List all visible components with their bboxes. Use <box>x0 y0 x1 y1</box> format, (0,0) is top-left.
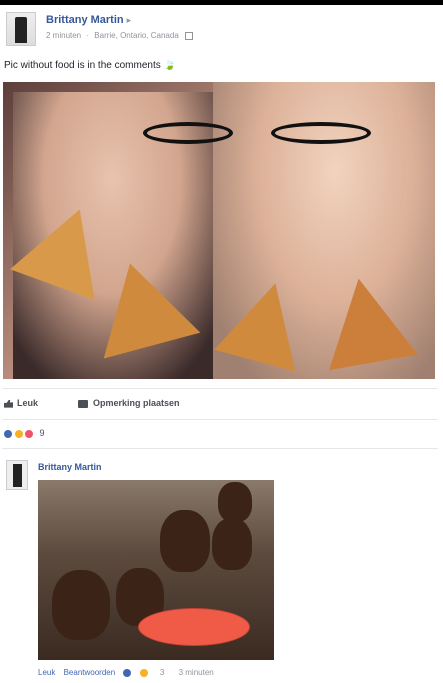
post-meta: 2 minuten · Barrie, Ontario, Canada <box>46 31 194 40</box>
post-header: Brittany Martin ▸ 2 minuten · Barrie, Ont… <box>6 12 436 52</box>
divider <box>2 448 438 449</box>
like-reaction-icon <box>123 668 132 677</box>
reactions-summary[interactable]: 9 <box>3 428 45 439</box>
comment-avatar[interactable] <box>6 460 28 490</box>
like-label: Leuk <box>17 398 39 408</box>
leaf-emoji-icon: 🍃 <box>163 60 177 71</box>
glasses-left <box>143 122 233 144</box>
comment-photo[interactable] <box>38 480 274 660</box>
comment-time[interactable]: 3 minuten <box>179 668 214 677</box>
like-reaction-icon <box>3 428 13 439</box>
comment-button[interactable]: Opmerking plaatsen <box>78 398 180 408</box>
child-figure <box>218 482 252 522</box>
comment-actions: Leuk Beantwoorden 3 3 minuten <box>38 668 220 677</box>
meta-separator: · <box>86 31 90 40</box>
post-author[interactable]: Brittany Martin ▸ <box>46 14 131 26</box>
child-figure <box>52 570 110 640</box>
post-location[interactable]: Barrie, Ontario, Canada <box>94 31 179 40</box>
comment-icon <box>78 399 88 408</box>
love-reaction-icon <box>24 428 35 439</box>
divider <box>2 419 438 420</box>
post-author-name[interactable]: Brittany Martin <box>46 14 124 26</box>
empty-plate <box>138 608 250 646</box>
divider <box>2 388 438 389</box>
comment-label: Opmerking plaatsen <box>93 398 180 408</box>
glasses-right <box>271 122 371 144</box>
comment: Brittany Martin Leuk Beantwoorden 3 3 mi… <box>6 458 436 678</box>
comment-reactions[interactable]: 3 <box>123 668 172 677</box>
comment-like-button[interactable]: Leuk <box>38 668 55 677</box>
post-text-content: Pic without food is in the comments <box>4 60 161 71</box>
post-text: Pic without food is in the comments 🍃 <box>4 60 176 71</box>
caret-icon: ▸ <box>126 15 132 25</box>
comment-reply-button[interactable]: Beantwoorden <box>64 668 116 677</box>
post-photo[interactable] <box>3 82 435 379</box>
love-reaction-icon <box>139 668 148 677</box>
post-time[interactable]: 2 minuten <box>46 31 81 40</box>
thumbs-up-icon <box>4 399 13 408</box>
globe-icon <box>185 31 194 40</box>
top-bar <box>0 0 443 5</box>
child-figure <box>160 510 210 572</box>
avatar[interactable] <box>6 12 36 46</box>
pizza-slice <box>314 270 418 371</box>
reactions-count: 9 <box>39 428 45 438</box>
child-figure <box>212 518 252 570</box>
haha-reaction-icon <box>13 428 24 439</box>
comment-reaction-count: 3 <box>159 668 165 677</box>
like-button[interactable]: Leuk <box>4 398 38 408</box>
comment-author[interactable]: Brittany Martin <box>38 462 102 472</box>
